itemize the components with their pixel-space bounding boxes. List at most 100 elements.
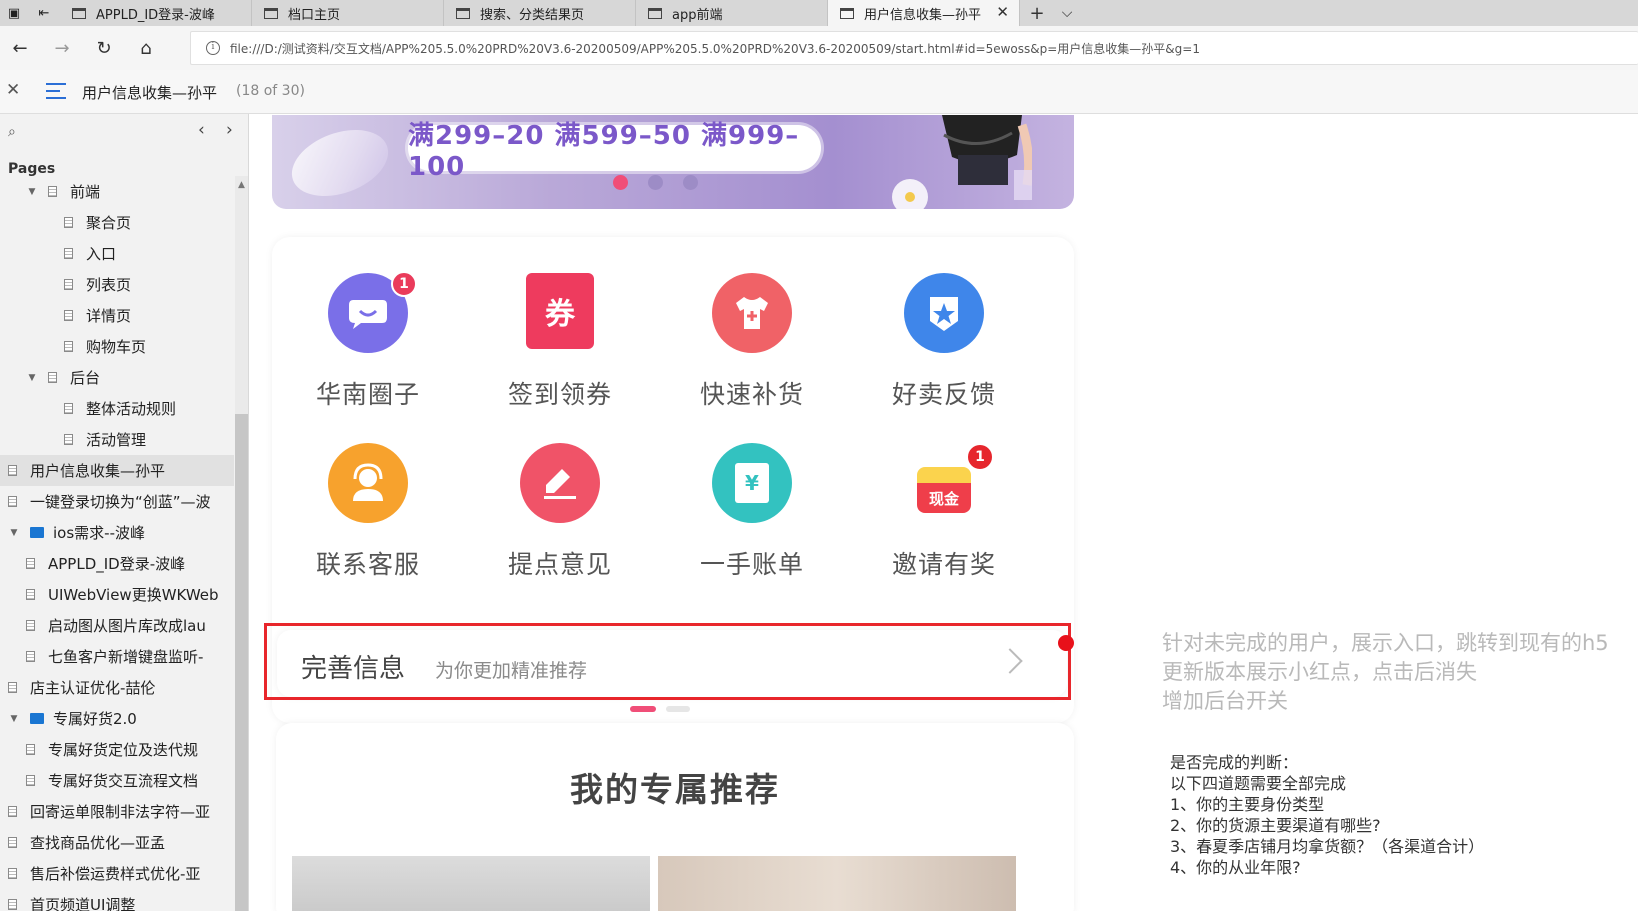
page-indicator-active bbox=[630, 706, 656, 712]
tree-item[interactable]: 活动管理 bbox=[0, 424, 234, 455]
tab-appld-id[interactable]: APPLD_ID登录-波峰 bbox=[60, 0, 252, 26]
tree-item-label: 查找商品优化—亚孟 bbox=[30, 834, 166, 852]
tab-label: 用户信息收集—孙平 bbox=[864, 7, 982, 23]
tab-strip: ▣ ⇤ APPLD_ID登录-波峰 档口主页 搜索、分类结果页 app前端 用户… bbox=[0, 0, 1638, 26]
promo-banner[interactable]: 满299–20 满599–50 满999–100 bbox=[272, 115, 1074, 209]
home-button[interactable]: ⌂ bbox=[132, 34, 160, 62]
tree-item[interactable]: ▼ 前端 bbox=[0, 176, 234, 207]
cash-glyph: 现金 bbox=[917, 467, 971, 513]
page-icon bbox=[26, 651, 35, 662]
tab-user-info[interactable]: 用户信息收集—孙平 ✕ bbox=[828, 0, 1020, 26]
edit-icon bbox=[520, 443, 600, 523]
page-icon bbox=[26, 558, 35, 569]
tree-item-label: 首页频道UI调整 bbox=[30, 896, 136, 911]
reload-button[interactable]: ↻ bbox=[90, 34, 118, 62]
star-badge-glyph bbox=[930, 297, 958, 331]
tree-item[interactable]: 聚合页 bbox=[0, 207, 234, 238]
new-indicator-dot bbox=[1058, 635, 1074, 651]
carousel-dot-active[interactable] bbox=[613, 175, 628, 190]
tree-item[interactable]: ▼ 后台 bbox=[0, 362, 234, 393]
tree-item[interactable]: 专属好货定位及迭代规 bbox=[0, 734, 234, 765]
url-input[interactable]: i file:///D:/测试资料/交互文档/APP%205.5.0%20PRD… bbox=[190, 31, 1638, 65]
page-counter: (18 of 30) bbox=[236, 83, 305, 99]
tree-item[interactable]: 入口 bbox=[0, 238, 234, 269]
tab-search-results[interactable]: 搜索、分类结果页 bbox=[444, 0, 636, 26]
annotation-criteria: 是否完成的判断： 以下四道题需要全部完成 1、你的主要身份类型 2、你的货源主要… bbox=[1170, 752, 1484, 878]
tree-item[interactable]: 回寄运单限制非法字符—亚 bbox=[0, 796, 234, 827]
grid-item-bill[interactable]: ¥ 一手账单 bbox=[662, 443, 842, 593]
product-image[interactable] bbox=[658, 856, 1016, 911]
tree-item[interactable]: 整体活动规则 bbox=[0, 393, 234, 424]
tree-item[interactable]: 列表页 bbox=[0, 269, 234, 300]
tree-item[interactable]: 店主认证优化-喆伦 bbox=[0, 672, 234, 703]
annotation-gray: 针对未完成的用户，展示入口，跳转到现有的h5 更新版本展示小红点，点击后消失 增… bbox=[1162, 629, 1609, 716]
folder-icon bbox=[30, 713, 44, 724]
product-image[interactable] bbox=[292, 856, 650, 911]
tab-label: 搜索、分类结果页 bbox=[480, 7, 585, 23]
star-badge-icon bbox=[904, 273, 984, 353]
carousel-dot[interactable] bbox=[683, 175, 698, 190]
tree-item[interactable]: 查找商品优化—亚孟 bbox=[0, 827, 234, 858]
prototype-canvas: 满299–20 满599–50 满999–100 1 华南圈子 券 签到领券 快… bbox=[250, 115, 1638, 911]
chevron-down-icon[interactable]: ⌵ bbox=[1052, 0, 1082, 26]
expand-toggle-icon[interactable]: ▼ bbox=[8, 714, 20, 724]
tree-item[interactable]: 购物车页 bbox=[0, 331, 234, 362]
page-icon bbox=[8, 868, 17, 879]
page-icon bbox=[840, 7, 854, 19]
page-icon bbox=[8, 465, 17, 476]
grid-item-support[interactable]: 联系客服 bbox=[278, 443, 458, 593]
edit-glyph bbox=[544, 469, 576, 499]
expand-toggle-icon[interactable]: ▼ bbox=[26, 187, 38, 197]
new-tab-button[interactable]: + bbox=[1022, 0, 1052, 26]
banner-model-image bbox=[892, 115, 1032, 209]
address-bar-row: ← → ↻ ⌂ i file:///D:/测试资料/交互文档/APP%205.5… bbox=[0, 26, 1638, 70]
grid-item-label: 华南圈子 bbox=[315, 380, 420, 409]
tree-item[interactable]: APPLD_ID登录-波峰 bbox=[0, 548, 234, 579]
tree-item[interactable]: ▼ 专属好货2.0 bbox=[0, 703, 234, 734]
tree-item[interactable]: 详情页 bbox=[0, 300, 234, 331]
tree-item[interactable]: ▼ ios需求--波峰 bbox=[0, 517, 234, 548]
previous-page-icon[interactable]: ‹ bbox=[198, 120, 205, 140]
search-icon[interactable]: ⌕ bbox=[8, 124, 16, 140]
expand-toggle-icon[interactable]: ▼ bbox=[8, 528, 20, 538]
close-icon[interactable]: ✕ bbox=[996, 3, 1009, 21]
url-text: file:///D:/测试资料/交互文档/APP%205.5.0%20PRD%2… bbox=[230, 41, 1200, 56]
grid-item-suggestion[interactable]: 提点意见 bbox=[470, 443, 650, 593]
recommendation-title: 我的专属推荐 bbox=[570, 770, 780, 809]
recommendation-card: 我的专属推荐 bbox=[276, 723, 1074, 911]
tab-app-frontend[interactable]: app前端 bbox=[636, 0, 828, 26]
tab-actions-icon[interactable]: ⇤ bbox=[30, 0, 58, 26]
carousel-dot[interactable] bbox=[648, 175, 663, 190]
next-page-icon[interactable]: › bbox=[226, 120, 233, 140]
scrollbar-thumb[interactable] bbox=[235, 414, 248, 911]
window-menu-icon[interactable]: ▣ bbox=[0, 0, 28, 26]
close-sidebar-icon[interactable]: ✕ bbox=[6, 80, 20, 100]
scroll-up-icon[interactable]: ▲ bbox=[238, 180, 245, 190]
tree-item-label: APPLD_ID登录-波峰 bbox=[48, 555, 186, 573]
tree-item[interactable]: 一键登录切换为“创蓝”—波 bbox=[0, 486, 234, 517]
tree-item-label: 七鱼客户新增键盘监听- bbox=[48, 648, 204, 666]
menu-icon[interactable] bbox=[46, 83, 66, 99]
tree-item[interactable]: 专属好货交互流程文档 bbox=[0, 765, 234, 796]
highlight-annotation-box bbox=[264, 623, 1071, 700]
annotation-line: 针对未完成的用户，展示入口，跳转到现有的h5 bbox=[1162, 631, 1609, 655]
tree-item[interactable]: 启动图从图片库改成lau bbox=[0, 610, 234, 641]
forward-button[interactable]: → bbox=[48, 34, 76, 62]
page-icon bbox=[64, 310, 73, 321]
info-icon[interactable]: i bbox=[206, 41, 220, 55]
grid-item-quick-restock[interactable]: 快速补货 bbox=[662, 273, 842, 423]
grid-item-label: 快速补货 bbox=[699, 380, 804, 409]
tree-item[interactable]: 售后补偿运费样式优化-亚 bbox=[0, 858, 234, 889]
grid-item-community[interactable]: 1 华南圈子 bbox=[278, 271, 458, 423]
back-button[interactable]: ← bbox=[6, 34, 34, 62]
grid-item-invite-reward[interactable]: 现金 1 邀请有奖 bbox=[854, 443, 1034, 593]
tab-stall-home[interactable]: 档口主页 bbox=[252, 0, 444, 26]
grid-item-checkin-coupon[interactable]: 券 签到领券 bbox=[470, 273, 650, 423]
tree-item[interactable]: 七鱼客户新增键盘监听- bbox=[0, 641, 234, 672]
page-icon bbox=[8, 496, 17, 507]
grid-item-feedback[interactable]: 好卖反馈 bbox=[854, 273, 1034, 423]
tree-item[interactable]: 用户信息收集—孙平 bbox=[0, 455, 234, 486]
expand-toggle-icon[interactable]: ▼ bbox=[26, 373, 38, 383]
tree-item[interactable]: UIWebView更换WKWeb bbox=[0, 579, 234, 610]
tree-item[interactable]: 首页频道UI调整 bbox=[0, 889, 234, 911]
